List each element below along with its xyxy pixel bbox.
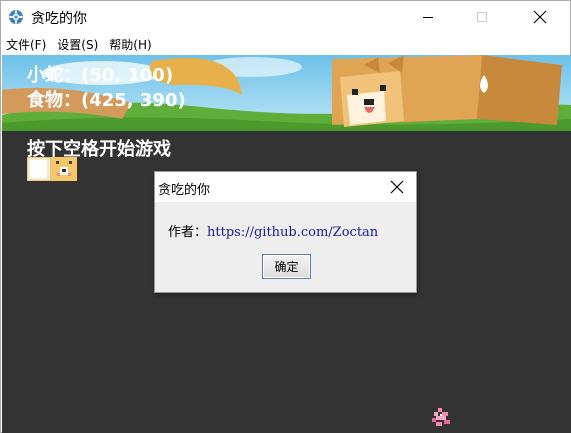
close-button[interactable] — [517, 1, 563, 33]
maximize-icon — [477, 12, 487, 22]
window-title: 贪吃的你 — [31, 11, 87, 27]
title-bar[interactable]: 贪吃的你 — [1, 1, 570, 33]
app-window: 贪吃的你 文件(F) 设置(S) 帮助(H) 小蛇：(50, 100) 食物：(… — [0, 0, 571, 433]
close-icon — [533, 10, 547, 24]
dialog-message: 作者：https://github.com/Zoctan — [168, 221, 378, 240]
menu-bar: 文件(F) 设置(S) 帮助(H) — [1, 33, 570, 55]
snake-sprite — [26, 156, 77, 182]
food-position-label: 食物：(425, 390) — [27, 90, 186, 111]
close-icon — [390, 180, 404, 194]
ok-button[interactable]: 确定 — [262, 254, 311, 279]
minimize-icon — [423, 17, 433, 18]
dialog-close-button[interactable] — [388, 178, 406, 196]
minimize-button[interactable] — [405, 1, 451, 33]
gear-icon — [8, 9, 24, 25]
dialog-title: 贪吃的你 — [158, 183, 211, 198]
menu-file[interactable]: 文件(F) — [6, 36, 46, 53]
dialog-title-bar[interactable]: 贪吃的你 — [155, 172, 416, 202]
author-link[interactable]: https://github.com/Zoctan — [207, 225, 378, 240]
menu-help[interactable]: 帮助(H) — [109, 36, 151, 53]
maximize-button[interactable] — [459, 1, 505, 33]
snake-position-label: 小蛇：(50, 100) — [27, 65, 174, 86]
food-sprite — [428, 404, 454, 430]
about-dialog: 贪吃的你 作者：https://github.com/Zoctan 确定 — [154, 171, 417, 293]
menu-settings[interactable]: 设置(S) — [57, 36, 98, 53]
author-label: 作者： — [168, 225, 208, 240]
